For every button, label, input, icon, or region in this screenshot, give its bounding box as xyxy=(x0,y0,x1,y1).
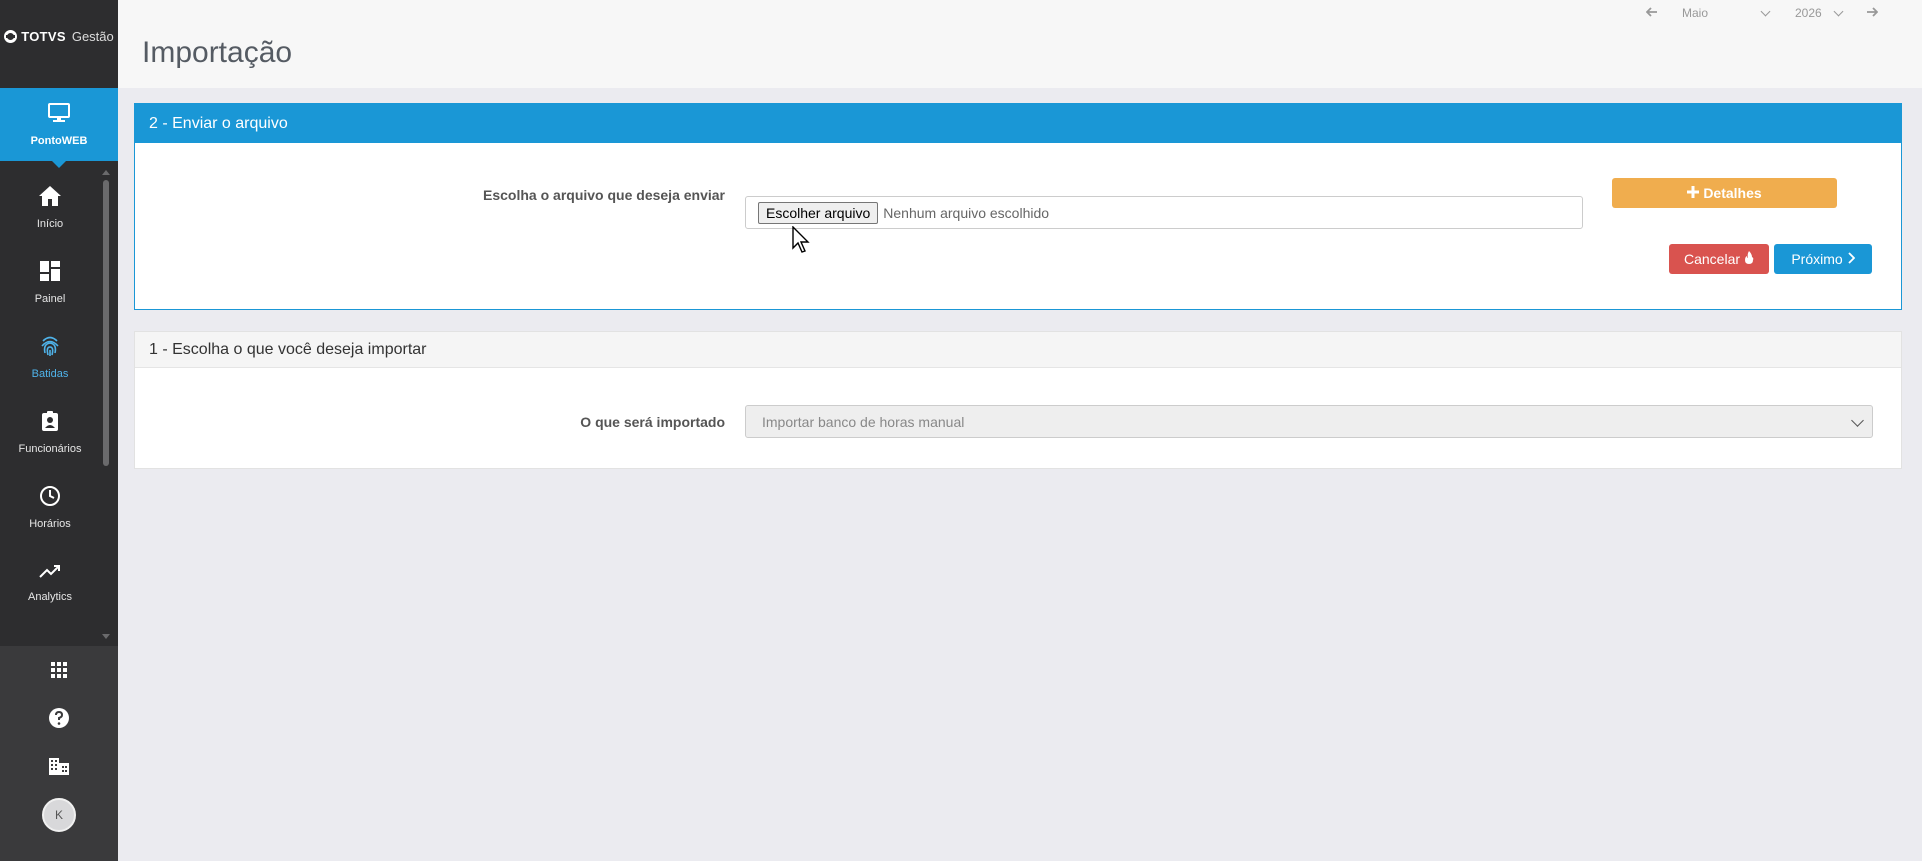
import-type-value: Importar banco de horas manual xyxy=(762,413,965,430)
building-icon[interactable] xyxy=(47,752,71,780)
sidebar-item-label: PontoWEB xyxy=(30,135,88,147)
fire-icon xyxy=(1744,251,1754,267)
scrollbar-thumb[interactable] xyxy=(103,180,109,466)
file-status: Nenhum arquivo escolhido xyxy=(883,204,1050,221)
sidebar: TOTVS Gestão PontoWEB Início Painel Bati… xyxy=(0,0,118,861)
file-input[interactable]: Escolher arquivo Nenhum arquivo escolhid… xyxy=(745,196,1583,229)
chevron-down-icon xyxy=(1833,6,1844,16)
dashboard-icon xyxy=(39,260,61,287)
sidebar-nav: Início Painel Batidas Funcionários Horár… xyxy=(0,170,100,620)
chevron-down-icon xyxy=(1851,414,1864,427)
panel-title: 2 - Enviar o arquivo xyxy=(135,104,1901,143)
import-type-select[interactable]: Importar banco de horas manual xyxy=(745,405,1873,438)
sidebar-item-label: Analytics xyxy=(27,591,73,603)
date-navigator: Maio 2026 xyxy=(1642,6,1882,20)
totvs-logo-icon xyxy=(4,29,18,43)
details-button[interactable]: Detalhes xyxy=(1612,178,1837,208)
year-value: 2026 xyxy=(1795,6,1822,20)
fingerprint-icon xyxy=(39,335,61,362)
sidebar-item-analytics[interactable]: Analytics xyxy=(0,545,100,620)
import-type-panel: 1 - Escolha o que você deseja importar O… xyxy=(134,331,1902,469)
sidebar-item-painel[interactable]: Painel xyxy=(0,245,100,320)
details-button-label: Detalhes xyxy=(1703,185,1762,201)
sidebar-bottom: K xyxy=(0,646,118,861)
year-select[interactable]: 2026 xyxy=(1795,6,1844,20)
previous-month-icon[interactable] xyxy=(1642,6,1662,20)
month-select[interactable]: Maio xyxy=(1682,6,1771,20)
sidebar-item-label: Painel xyxy=(34,293,66,305)
cancel-button-label: Cancelar xyxy=(1683,251,1741,267)
clock-icon xyxy=(39,485,61,512)
scroll-up-icon[interactable] xyxy=(102,170,110,175)
next-button[interactable]: Próximo xyxy=(1774,244,1872,274)
help-icon[interactable] xyxy=(47,704,71,732)
home-icon xyxy=(38,185,62,212)
mouse-cursor-icon xyxy=(792,225,814,261)
next-button-label: Próximo xyxy=(1791,251,1843,267)
sidebar-item-funcionarios[interactable]: Funcionários xyxy=(0,395,100,470)
import-type-label: O que será importado xyxy=(580,414,725,430)
file-label: Escolha o arquivo que deseja enviar xyxy=(483,187,725,203)
sidebar-item-label: Horários xyxy=(29,518,71,530)
cancel-button[interactable]: Cancelar xyxy=(1669,244,1769,274)
badge-icon xyxy=(41,410,59,437)
brand-logo[interactable]: TOTVS Gestão xyxy=(0,0,118,88)
trend-icon xyxy=(38,562,62,585)
brand-product: Gestão xyxy=(71,28,114,44)
brand-name: TOTVS xyxy=(21,28,66,44)
sidebar-item-pontoweb[interactable]: PontoWEB xyxy=(0,88,118,168)
choose-file-button[interactable]: Escolher arquivo xyxy=(758,201,879,224)
avatar[interactable]: K xyxy=(42,798,76,832)
sidebar-scrollbar[interactable] xyxy=(102,170,110,640)
page-title: Importação xyxy=(142,36,293,69)
apps-grid-icon[interactable] xyxy=(47,656,71,684)
sidebar-item-label: Batidas xyxy=(31,368,69,380)
sidebar-item-inicio[interactable]: Início xyxy=(0,170,100,245)
upload-file-panel: 2 - Enviar o arquivo Escolha o arquivo q… xyxy=(134,103,1902,310)
page-header: Importação Maio 2026 xyxy=(118,0,1922,88)
plus-icon xyxy=(1687,185,1700,201)
month-value: Maio xyxy=(1682,6,1709,20)
scroll-down-icon[interactable] xyxy=(102,634,110,639)
sidebar-item-label: Início xyxy=(36,218,64,230)
panel-title: 1 - Escolha o que você deseja importar xyxy=(135,332,1901,368)
monitor-icon xyxy=(47,102,71,129)
chevron-down-icon xyxy=(1760,6,1771,16)
sidebar-item-batidas[interactable]: Batidas xyxy=(0,320,100,395)
next-month-icon[interactable] xyxy=(1862,6,1882,20)
chevron-right-icon xyxy=(1847,251,1855,267)
sidebar-item-horarios[interactable]: Horários xyxy=(0,470,100,545)
sidebar-item-label: Funcionários xyxy=(18,443,82,455)
